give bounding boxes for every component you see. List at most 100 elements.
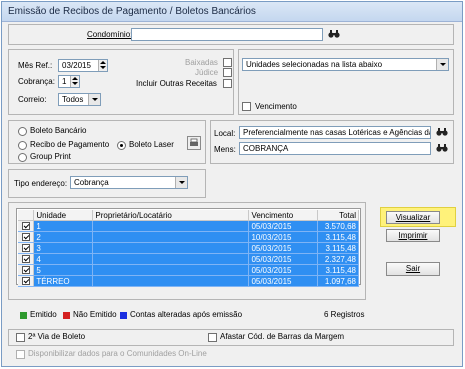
group-print-radio[interactable] xyxy=(18,153,27,162)
table-row[interactable]: 2 10/03/2015 3.115,48 xyxy=(18,231,359,243)
afastar-checkbox[interactable] xyxy=(208,333,217,342)
emitido-legend: Emitido xyxy=(30,310,57,319)
binoculars-icon[interactable] xyxy=(436,143,448,153)
imprimir-button[interactable]: Imprimir xyxy=(386,229,440,242)
row-checkbox[interactable] xyxy=(21,233,30,241)
baixadas-checkbox[interactable] xyxy=(223,58,232,67)
tipo-endereco-value: Cobrança xyxy=(74,178,109,187)
vencimento-cell: 05/03/2015 xyxy=(248,220,319,232)
disponibilizar-label: Disponibilizar dados para o Comunidades … xyxy=(28,349,207,358)
cobranca-label: Cobrança: xyxy=(18,77,55,86)
row-checkbox-cell[interactable] xyxy=(18,253,35,265)
window-title: Emissão de Recibos de Pagamento / Boleto… xyxy=(8,6,256,17)
unidade-cell: TÉRREO xyxy=(33,275,94,287)
row-checkbox-cell[interactable] xyxy=(18,242,35,254)
table-row[interactable]: 5 05/03/2015 3.115,48 xyxy=(18,264,359,276)
unidade-cell: 4 xyxy=(33,253,94,265)
column-header[interactable]: Unidade xyxy=(33,210,94,221)
mens-label: Mens: xyxy=(214,145,236,154)
row-checkbox-cell[interactable] xyxy=(18,275,35,287)
unidades-select[interactable]: Unidades selecionadas na lista abaixo xyxy=(242,58,449,71)
unidade-cell: 1 xyxy=(33,220,94,232)
baixadas-label: Baixadas xyxy=(185,58,218,67)
title-bar: Emissão de Recibos de Pagamento / Boleto… xyxy=(2,2,462,22)
column-header[interactable]: Proprietário/Locatário xyxy=(92,210,250,221)
boleto-laser-radio[interactable] xyxy=(117,141,126,150)
column-header[interactable]: Total xyxy=(317,210,359,221)
segunda-via-checkbox[interactable] xyxy=(16,333,25,342)
boleto-bancario-label: Boleto Bancário xyxy=(30,126,87,135)
total-cell: 3.115,48 xyxy=(317,264,359,276)
table-row[interactable]: 3 05/03/2015 3.115,48 xyxy=(18,242,359,254)
vencimento-checkbox[interactable] xyxy=(242,102,251,111)
proprietario-cell xyxy=(92,220,250,232)
mens-input[interactable]: COBRANÇA xyxy=(239,142,431,155)
chevron-down-icon xyxy=(436,59,448,70)
total-cell: 3.570,68 xyxy=(317,220,359,232)
correio-value: Todos xyxy=(62,95,84,104)
table-row[interactable]: 4 05/03/2015 2.327,48 xyxy=(18,253,359,265)
chevron-down-icon xyxy=(175,177,187,188)
sair-button[interactable]: Sair xyxy=(386,262,440,276)
condominio-label: Condomínio: xyxy=(87,30,133,39)
row-checkbox[interactable] xyxy=(21,255,30,263)
tipo-endereco-select[interactable]: Cobrança xyxy=(70,176,188,189)
segunda-via-label: 2ª Via de Boleto xyxy=(28,332,86,341)
incluir-checkbox[interactable] xyxy=(223,79,232,88)
vencimento-label: Vencimento xyxy=(255,102,297,111)
total-cell: 3.115,48 xyxy=(317,231,359,243)
column-header[interactable]: Vencimento xyxy=(248,210,319,221)
alteradas-legend: Contas alteradas após emissão xyxy=(130,310,243,319)
emitido-color-swatch xyxy=(20,312,27,319)
group-print-label: Group Print xyxy=(30,152,71,161)
row-checkbox-cell[interactable] xyxy=(18,231,35,243)
table-row[interactable]: 1 05/03/2015 3.570,68 xyxy=(18,220,359,232)
proprietario-cell xyxy=(92,264,250,276)
proprietario-cell xyxy=(92,253,250,265)
row-checkbox[interactable] xyxy=(21,244,30,252)
row-checkbox[interactable] xyxy=(21,277,30,285)
units-table: Unidade Proprietário/Locatário Venciment… xyxy=(18,210,359,287)
chevron-down-icon xyxy=(88,94,100,105)
alteradas-color-swatch xyxy=(120,312,127,319)
vencimento-cell: 05/03/2015 xyxy=(248,275,319,287)
mes-ref-input[interactable]: 03/2015 xyxy=(58,59,108,72)
row-checkbox-cell[interactable] xyxy=(18,264,35,276)
vencimento-cell: 05/03/2015 xyxy=(248,242,319,254)
cobranca-spinner[interactable] xyxy=(70,76,79,87)
binoculars-icon[interactable] xyxy=(328,29,340,39)
vencimento-cell: 10/03/2015 xyxy=(248,231,319,243)
judice-checkbox[interactable] xyxy=(223,68,232,77)
visualizar-button[interactable]: Visualizar xyxy=(386,211,440,224)
correio-label: Correio: xyxy=(18,95,47,104)
boleto-bancario-radio[interactable] xyxy=(18,127,27,136)
vencimento-cell: 05/03/2015 xyxy=(248,264,319,276)
cobranca-input[interactable]: 1 xyxy=(58,75,80,88)
row-checkbox-cell[interactable] xyxy=(18,220,35,232)
binoculars-icon[interactable] xyxy=(436,127,448,137)
recibo-label: Recibo de Pagamento xyxy=(30,140,110,149)
condominio-input[interactable] xyxy=(131,28,323,41)
printer-icon xyxy=(190,138,198,146)
row-checkbox[interactable] xyxy=(21,222,30,230)
incluir-label: Incluir Outras Receitas xyxy=(136,79,217,88)
unidade-cell: 5 xyxy=(33,264,94,276)
unidades-value: Unidades selecionadas na lista abaixo xyxy=(246,60,383,69)
proprietario-cell xyxy=(92,242,250,254)
correio-select[interactable]: Todos xyxy=(58,93,101,106)
judice-label: Júdice xyxy=(195,68,219,77)
afastar-label: Afastar Cód. de Barras da Margem xyxy=(220,332,345,341)
table-row[interactable]: TÉRREO 05/03/2015 1.097,68 xyxy=(18,275,359,287)
mes-ref-spinner[interactable] xyxy=(98,60,107,71)
tipo-endereco-label: Tipo endereço: xyxy=(14,179,68,188)
nao-emitido-legend: Não Emitido xyxy=(73,310,117,319)
unidade-cell: 2 xyxy=(33,231,94,243)
registros-count: 6 Registros xyxy=(324,310,365,319)
main-window: Emissão de Recibos de Pagamento / Boleto… xyxy=(1,1,463,367)
local-label: Local: xyxy=(214,129,236,138)
print-settings-button[interactable] xyxy=(187,136,201,150)
row-checkbox[interactable] xyxy=(21,266,30,274)
disponibilizar-checkbox[interactable] xyxy=(16,350,25,359)
recibo-radio[interactable] xyxy=(18,141,27,150)
local-input[interactable]: Preferencialmente nas casas Lotéricas e … xyxy=(239,126,431,139)
